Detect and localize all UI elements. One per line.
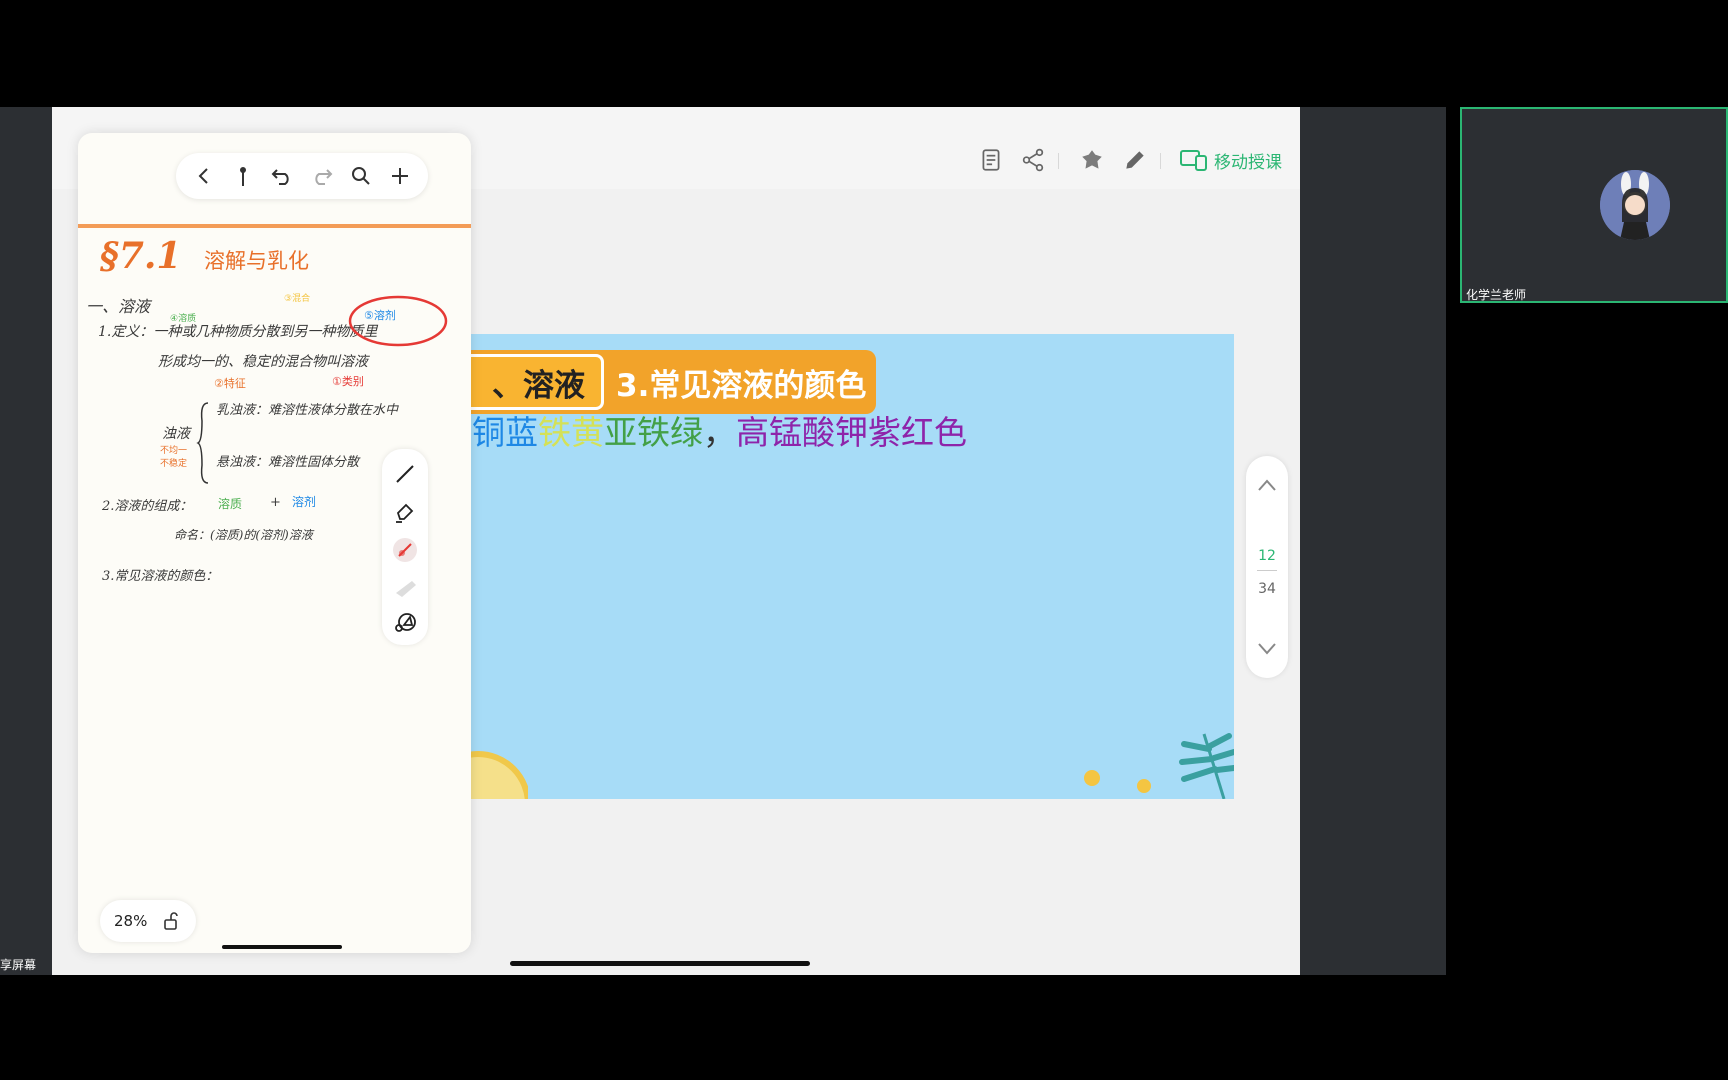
search-icon — [351, 167, 370, 185]
slide: 、溶液 3.常见溶液的颜色 铜蓝铁黄亚铁绿，高锰酸钾紫红色 — [458, 334, 1234, 799]
note-annotation-mix: ③混合 — [284, 294, 311, 304]
note-definition-line1: 1.定义：一种或几种物质分散到另一种物质里 — [98, 324, 378, 340]
shared-screen: 移动授课 、溶液 3.常见溶液的颜色 铜蓝铁黄亚铁绿，高锰酸钾紫红色 12 34 — [52, 107, 1300, 975]
slide-section-label: 、溶液 — [458, 354, 604, 410]
unlock-icon[interactable] — [163, 912, 179, 930]
devices-icon — [1180, 150, 1207, 171]
home-indicator — [510, 961, 810, 966]
pen-tool-column — [382, 449, 428, 645]
undo-button[interactable] — [268, 162, 296, 190]
note-composition: 2.溶液的组成： — [102, 499, 193, 514]
add-button[interactable] — [386, 162, 414, 190]
toolbar-separator — [1058, 153, 1059, 169]
slide-text-segment: ， — [703, 413, 736, 452]
note-annotation-type: ①类别 — [332, 375, 364, 388]
zoom-level: 28% — [114, 912, 148, 930]
left-strip — [0, 107, 52, 975]
zoom-control[interactable]: 28% — [100, 900, 196, 942]
game-pad-icon[interactable] — [1079, 147, 1105, 173]
leaf-decoration — [1179, 733, 1234, 799]
note-solute: 溶质 — [218, 497, 243, 511]
toolbar-separator — [1160, 153, 1161, 169]
note-emulsion: 乳浊液：难溶性液体分散在水中 — [216, 403, 399, 418]
share-icon[interactable] — [1020, 147, 1046, 173]
shapes-icon[interactable] — [392, 609, 418, 635]
pin-icon — [239, 167, 246, 186]
search-button[interactable] — [347, 162, 375, 190]
avatar-illustration — [1600, 170, 1670, 240]
slide-text-segment: 铁黄 — [538, 413, 604, 452]
note-turbid: 浊液 — [162, 426, 190, 442]
notes-toolbar — [176, 153, 428, 199]
pen-tool-icon[interactable] — [392, 461, 418, 487]
page-navigator: 12 34 — [1246, 456, 1288, 678]
eraser-icon[interactable] — [392, 575, 418, 601]
note-colors: 3.常见溶液的颜色： — [102, 569, 219, 584]
slide-title: 3.常见溶液的颜色 — [616, 367, 867, 404]
page-divider — [1257, 570, 1277, 571]
note-annotation-characteristic: ②特征 — [214, 377, 246, 390]
plus-icon — [392, 168, 409, 184]
notes-header-rule — [78, 224, 471, 228]
note-heading-text: 溶解与乳化 — [204, 249, 309, 273]
mobile-teach-label: 移动授课 — [1214, 152, 1282, 173]
avatar — [1600, 170, 1670, 240]
undo-icon — [271, 169, 289, 185]
document-icon[interactable] — [978, 147, 1004, 173]
note-definition-line2: 形成均一的、稳定的混合物叫溶液 — [158, 354, 368, 370]
chevron-up-icon[interactable] — [1257, 478, 1277, 492]
pen-icon[interactable] — [1122, 147, 1148, 173]
slide-text-segment: 铜蓝 — [472, 413, 538, 452]
brace-mark — [196, 402, 209, 484]
note-suspension: 悬浊液：难溶性固体分散 — [216, 455, 360, 470]
chevron-left-icon — [198, 168, 208, 184]
notes-panel: §7.1 溶解与乳化 一、溶液 ④溶质 1.定义：一种或几种物质分散到另一种物质… — [78, 133, 471, 953]
note-solvent: 溶剂 — [292, 495, 317, 509]
highlighter-icon[interactable] — [392, 499, 418, 525]
slide-body-text: 铜蓝铁黄亚铁绿，高锰酸钾紫红色 — [472, 406, 967, 454]
note-plus: + — [270, 495, 281, 510]
note-turbid-sub: 不均一 不稳定 — [160, 446, 188, 469]
note-section: 一、溶液 — [86, 297, 151, 316]
current-page: 12 — [1258, 548, 1276, 564]
right-gray-area — [1300, 107, 1446, 975]
duck-decoration — [1084, 770, 1151, 793]
share-screen-label: 享屏幕 — [0, 958, 37, 972]
back-button[interactable] — [190, 162, 218, 190]
note-heading-number: §7.1 — [100, 235, 182, 277]
chevron-down-icon[interactable] — [1257, 642, 1277, 656]
redo-button[interactable] — [308, 162, 336, 190]
red-circle-mark — [348, 295, 448, 347]
note-naming: 命名：(溶质)的(溶剂)溶液 — [174, 528, 313, 542]
slide-text-segment: 亚铁绿 — [604, 413, 703, 452]
redo-icon — [314, 169, 333, 185]
mobile-teach-button[interactable]: 移动授课 — [1180, 147, 1282, 173]
slide-text-segment: 高锰酸钾紫红色 — [736, 413, 967, 452]
notes-home-indicator — [222, 945, 342, 949]
pin-button[interactable] — [229, 162, 257, 190]
participant-name: 化学兰老师 — [1466, 288, 1527, 302]
total-pages: 34 — [1258, 581, 1276, 597]
laser-pointer-icon[interactable] — [392, 537, 418, 563]
video-tile[interactable]: 化学兰老师 — [1460, 107, 1728, 303]
